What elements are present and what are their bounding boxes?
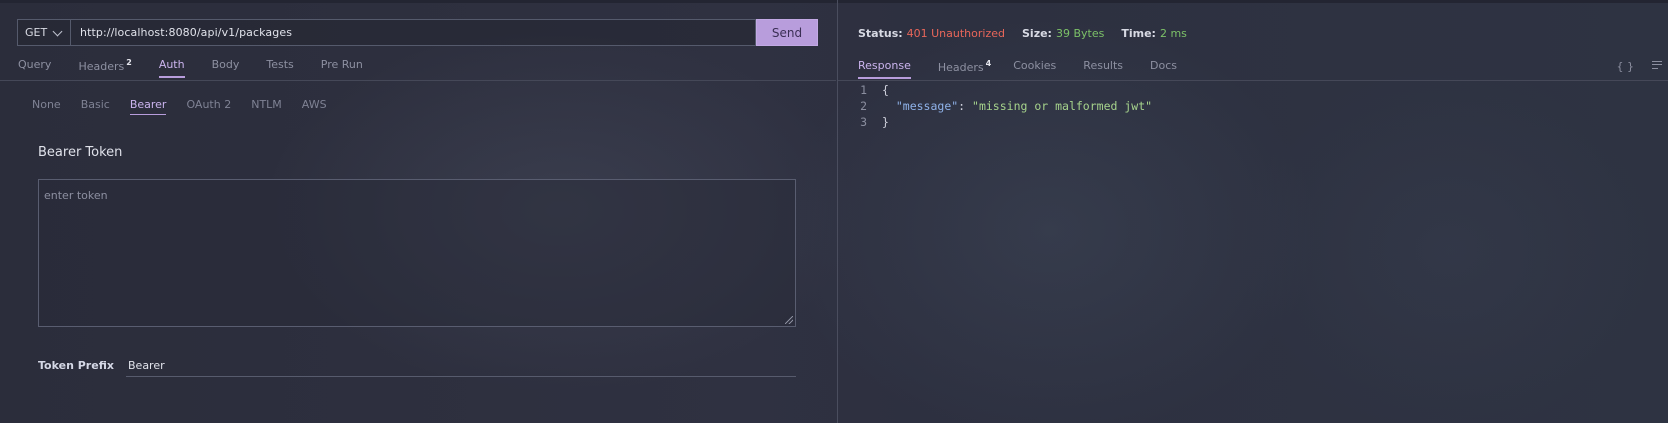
json-string-value: "missing or malformed jwt": [972, 99, 1153, 113]
auth-tab-ntlm[interactable]: NTLM: [251, 98, 282, 118]
line-number: 1: [860, 83, 867, 97]
send-button[interactable]: Send: [756, 19, 818, 46]
response-pane: Status: 401 Unauthorized Size: 39 Bytes …: [838, 0, 1668, 423]
auth-tab-aws[interactable]: AWS: [302, 98, 327, 118]
time-label: Time:: [1121, 27, 1156, 40]
tab-body[interactable]: Body: [212, 58, 240, 78]
response-toolbar: { }: [1599, 60, 1662, 73]
request-pane: GET http://localhost:8080/api/v1/package…: [0, 0, 836, 423]
tab-pre-run[interactable]: Pre Run: [321, 58, 363, 78]
time-value: 2 ms: [1159, 27, 1187, 40]
code-text: }: [882, 115, 889, 129]
status-value: 401 Unauthorized: [906, 27, 1005, 40]
json-colon: :: [958, 99, 973, 113]
auth-tab-bearer[interactable]: Bearer: [129, 98, 166, 118]
line-number: 2: [860, 99, 867, 113]
method-select[interactable]: GET: [17, 19, 70, 46]
token-prefix-input[interactable]: Bearer: [126, 355, 796, 377]
tab-docs[interactable]: Docs: [1150, 59, 1177, 79]
url-input[interactable]: http://localhost:8080/api/v1/packages: [70, 19, 756, 46]
tab-results[interactable]: Results: [1083, 59, 1123, 79]
response-headers-count-badge: 4: [985, 59, 992, 68]
json-key: "message": [895, 99, 959, 113]
auth-type-tabs: None Basic Bearer OAuth 2 NTLM AWS: [32, 98, 347, 118]
request-tabs-divider: [0, 80, 836, 81]
auth-tab-oauth2[interactable]: OAuth 2: [186, 98, 231, 118]
tab-tests[interactable]: Tests: [266, 58, 293, 78]
code-text: "message": "missing or malformed jwt": [867, 98, 1152, 114]
headers-count-badge: 2: [126, 58, 132, 67]
tab-response[interactable]: Response: [858, 59, 911, 79]
braces-icon[interactable]: { }: [1617, 60, 1635, 73]
status-label: Status:: [858, 27, 903, 40]
auth-tab-basic[interactable]: Basic: [81, 98, 110, 118]
code-line: 2 "message": "missing or malformed jwt": [838, 98, 1152, 114]
auth-tab-none[interactable]: None: [32, 98, 61, 118]
code-text: {: [882, 83, 889, 97]
token-prefix-label: Token Prefix: [38, 359, 114, 372]
response-tabs-divider: [838, 80, 1668, 81]
code-line: 3 }: [838, 114, 1152, 130]
request-tabs: Query Headers 2 Auth Body Tests Pre Run: [18, 58, 390, 78]
response-status-bar: Status: 401 Unauthorized Size: 39 Bytes …: [858, 27, 1204, 40]
chevron-down-icon: [52, 27, 63, 38]
response-tabs: Response Headers 4 Cookies Results Docs: [858, 59, 1204, 79]
size-label: Size:: [1022, 27, 1052, 40]
tab-response-headers[interactable]: Headers 4: [938, 59, 991, 79]
response-body-editor[interactable]: 1 { 2 "message": "missing or malformed j…: [838, 82, 1152, 130]
tab-cookies[interactable]: Cookies: [1013, 59, 1056, 79]
bearer-token-heading: Bearer Token: [38, 145, 123, 160]
tab-headers[interactable]: Headers 2: [78, 58, 131, 78]
resize-handle-icon[interactable]: [785, 316, 793, 324]
url-bar: GET http://localhost:8080/api/v1/package…: [17, 19, 818, 46]
tab-query[interactable]: Query: [18, 58, 51, 78]
bearer-token-textarea[interactable]: enter token: [38, 179, 796, 327]
method-label: GET: [25, 26, 48, 39]
tab-auth[interactable]: Auth: [158, 58, 185, 78]
code-line: 1 {: [838, 82, 1152, 98]
wrap-lines-icon[interactable]: [1652, 61, 1662, 69]
token-placeholder: enter token: [44, 189, 108, 202]
size-value: 39 Bytes: [1055, 27, 1105, 40]
line-number: 3: [860, 115, 867, 129]
